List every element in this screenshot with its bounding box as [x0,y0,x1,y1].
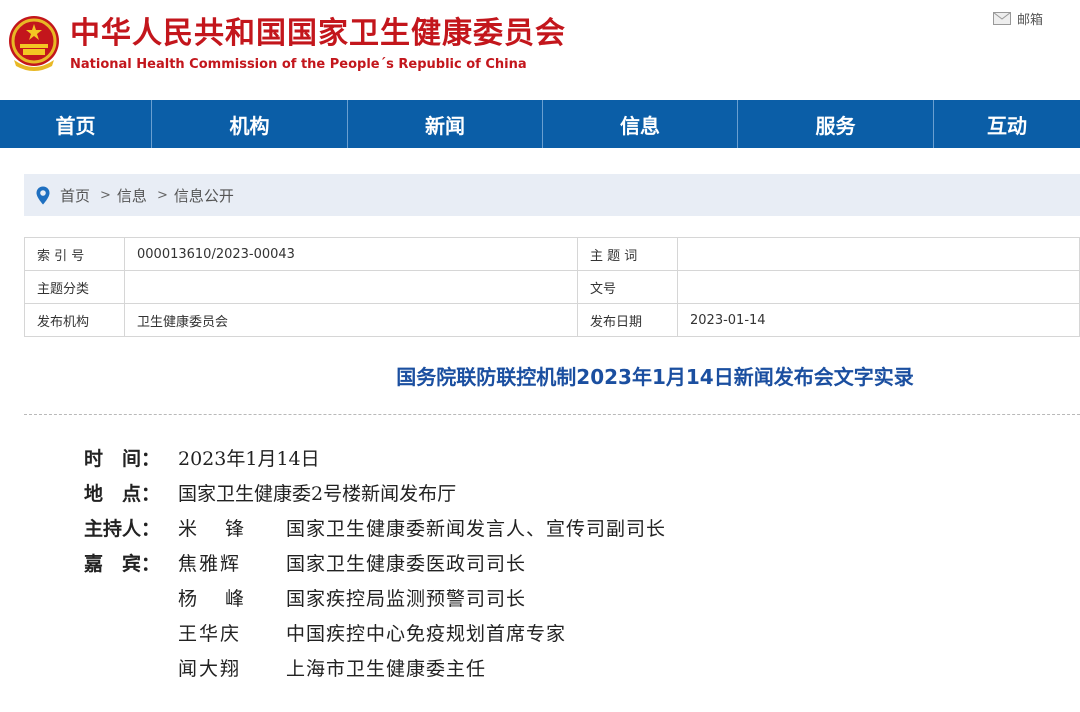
docno-value [677,270,1080,304]
time-row: 时间： 2023年1月14日 [84,442,666,477]
guest-row: 王华庆 中国疾控中心免疫规划首席专家 [84,617,666,652]
category-label: 主题分类 [24,270,125,304]
guest-row: 嘉宾： 焦雅辉 国家卫生健康委医政司司长 [84,547,666,582]
nav-news[interactable]: 新闻 [348,100,543,148]
guest-name: 闻大翔 [178,658,242,680]
guest-name: 杨峰 [178,588,244,610]
breadcrumb-separator: > [156,187,168,203]
host-label: 主持人： [84,518,161,540]
host-row: 主持人： 米锋 国家卫生健康委新闻发言人、宣传司副司长 [84,512,666,547]
envelope-icon [993,11,1011,25]
article-title: 国务院联防联控机制2023年1月14日新闻发布会文字实录 [396,365,914,389]
location-pin-icon [36,186,50,205]
nav-services[interactable]: 服务 [738,100,934,148]
breadcrumb: 首页 > 信息 > 信息公开 [24,174,1080,216]
nav-information[interactable]: 信息 [543,100,738,148]
guest-role: 国家卫生健康委医政司司长 [286,553,527,575]
national-emblem-icon[interactable] [6,14,62,74]
site-header: 中华人民共和国国家卫生健康委员会 National Health Commiss… [0,0,1080,100]
docno-label: 文号 [577,270,678,304]
mail-label: 邮箱 [1017,12,1044,28]
nav-home[interactable]: 首页 [0,100,152,148]
site-title-cn[interactable]: 中华人民共和国国家卫生健康委员会 [70,12,566,56]
breadcrumb-disclosure[interactable]: 信息公开 [174,185,234,206]
host-name: 米锋 [178,518,244,540]
breadcrumb-information[interactable]: 信息 [117,185,147,206]
guest-row: 杨峰 国家疾控局监测预警司司长 [84,582,666,617]
host-role: 国家卫生健康委新闻发言人、宣传司副司长 [286,518,667,540]
document-meta-table: 索 引 号 000013610/2023-00043 主 题 词 主题分类 文号… [24,237,1080,337]
guests-label: 嘉宾： [84,553,160,575]
place-row: 地点： 国家卫生健康委2号楼新闻发布厅 [84,477,666,512]
breadcrumb-separator: > [100,187,111,203]
nav-organization[interactable]: 机构 [152,100,348,148]
meta-row: 发布机构 卫生健康委员会 发布日期 2023-01-14 [24,303,1080,337]
guest-role: 中国疾控中心免疫规划首席专家 [286,623,567,645]
site-title-en[interactable]: National Health Commission of the People… [70,56,527,74]
guest-row: 闻大翔 上海市卫生健康委主任 [84,652,666,687]
category-value [124,270,578,304]
guest-role: 上海市卫生健康委主任 [286,658,487,680]
breadcrumb-home[interactable]: 首页 [60,185,90,206]
guest-name: 王华庆 [178,623,242,645]
date-value: 2023-01-14 [677,303,1080,337]
index-value: 000013610/2023-00043 [124,237,578,271]
place-label: 地点： [84,483,160,505]
time-label: 时间： [84,448,160,470]
guest-role: 国家疾控局监测预警司司长 [286,588,527,610]
divider [24,414,1080,415]
index-label: 索 引 号 [24,237,125,271]
place-value: 国家卫生健康委2号楼新闻发布厅 [178,483,457,505]
mail-link[interactable]: 邮箱 [993,9,1044,28]
subject-label: 主 题 词 [577,237,678,271]
article-info: 时间： 2023年1月14日 地点： 国家卫生健康委2号楼新闻发布厅 主持人： … [84,442,666,687]
publisher-value: 卫生健康委员会 [124,303,578,337]
meta-row: 索 引 号 000013610/2023-00043 主 题 词 [24,237,1080,271]
guest-name: 焦雅辉 [178,553,242,575]
nav-interaction[interactable]: 互动 [934,100,1080,148]
subject-value [677,237,1080,271]
time-value: 2023年1月14日 [178,448,320,470]
publisher-label: 发布机构 [24,303,125,337]
main-nav: 首页 机构 新闻 信息 服务 互动 [0,100,1080,148]
meta-row: 主题分类 文号 [24,270,1080,304]
date-label: 发布日期 [577,303,678,337]
